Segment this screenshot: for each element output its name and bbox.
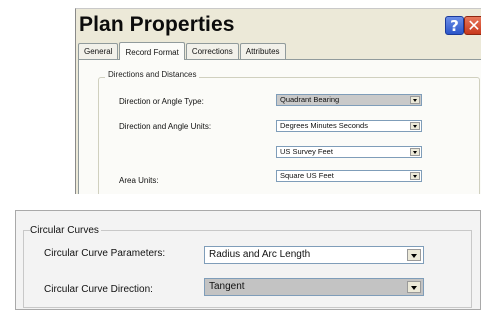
angle-units-select[interactable]: Degrees Minutes Seconds	[276, 120, 422, 132]
directions-group-title: Directions and Distances	[105, 70, 200, 79]
curve-parameters-value: Radius and Arc Length	[209, 249, 311, 260]
distance-units-value: US Survey Feet	[280, 147, 333, 156]
tab-strip: General Record Format Corrections Attrib…	[78, 41, 287, 60]
help-button[interactable]: ?	[445, 16, 464, 35]
curve-parameters-select[interactable]: Radius and Arc Length	[204, 246, 424, 264]
tab-corrections[interactable]: Corrections	[185, 43, 239, 59]
chevron-down-icon[interactable]	[410, 148, 420, 156]
direction-type-label: Direction or Angle Type:	[119, 97, 204, 106]
curve-direction-label: Circular Curve Direction:	[44, 284, 153, 295]
chevron-down-icon[interactable]	[410, 96, 420, 104]
direction-type-select[interactable]: Quadrant Bearing	[276, 94, 422, 106]
curve-direction-value: Tangent	[209, 281, 245, 292]
circular-curves-group-title: Circular Curves	[30, 225, 101, 236]
distance-units-select[interactable]: US Survey Feet	[276, 146, 422, 158]
angle-units-value: Degrees Minutes Seconds	[280, 121, 368, 130]
close-button[interactable]: ✕	[464, 16, 481, 35]
help-icon: ?	[450, 17, 459, 35]
curve-parameters-label: Circular Curve Parameters:	[44, 248, 166, 259]
curve-direction-select[interactable]: Tangent	[204, 278, 424, 296]
tab-general[interactable]: General	[78, 43, 119, 59]
tab-record-format[interactable]: Record Format	[119, 42, 185, 60]
chevron-down-icon[interactable]	[410, 122, 420, 130]
circular-curves-group-box	[23, 230, 472, 308]
angle-units-label: Direction and Angle Units:	[119, 122, 212, 131]
dialog-title: Plan Properties	[79, 13, 235, 36]
circular-curves-panel: Circular Curves Circular Curve Parameter…	[15, 210, 481, 310]
close-icon: ✕	[467, 16, 481, 35]
area-units-label: Area Units:	[119, 176, 159, 185]
chevron-down-icon[interactable]	[407, 249, 421, 261]
tab-attributes[interactable]: Attributes	[239, 43, 286, 59]
area-units-value: Square US Feet	[280, 171, 334, 180]
plan-properties-dialog: Plan Properties ? ✕ General Record Forma…	[75, 8, 481, 194]
area-units-select[interactable]: Square US Feet	[276, 170, 422, 182]
direction-type-value: Quadrant Bearing	[280, 95, 340, 104]
chevron-down-icon[interactable]	[407, 281, 421, 293]
chevron-down-icon[interactable]	[410, 172, 420, 180]
